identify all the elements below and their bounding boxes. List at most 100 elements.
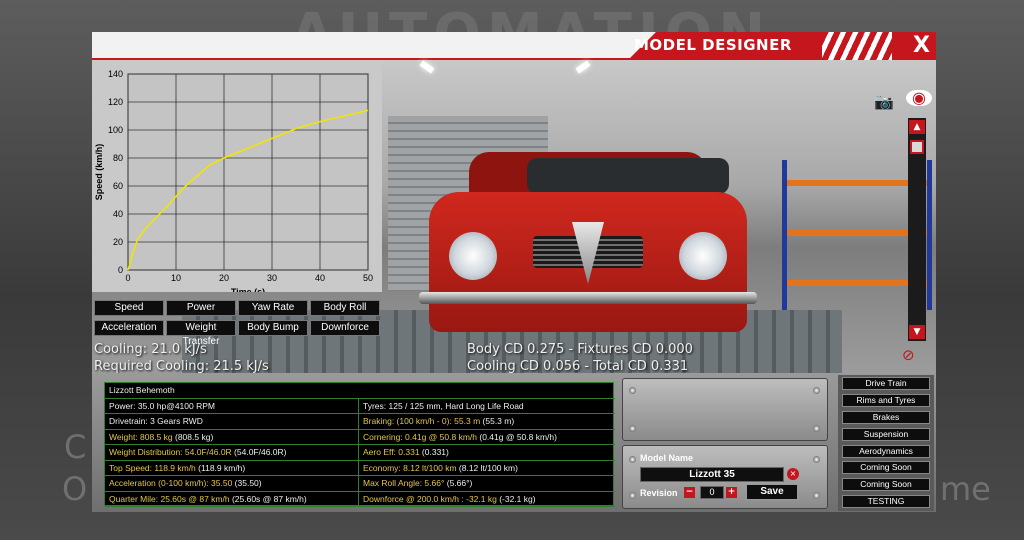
stats-cell: Weight: 808.5 kg (808.5 kg) <box>105 429 359 445</box>
bolt <box>629 425 636 432</box>
stats-key: Downforce @ 200.0 km/h : -32.1 kg <box>363 493 497 504</box>
stats-key: Cornering: 0.41g @ 50.8 km/h <box>363 431 477 442</box>
chart-svg: 0 10 20 30 40 50 0 20 40 60 80 100 120 140 Time (s) Spe… <box>94 69 373 292</box>
headlight <box>679 232 727 280</box>
hide-icon[interactable]: ⊘ <box>902 346 915 364</box>
stats-value: 3 Gears RWD <box>147 416 203 426</box>
stats-value: (54.0F/46.0R) <box>231 447 287 457</box>
menu-aerodynamics[interactable]: Aerodynamics <box>842 445 930 458</box>
speed-graph: 0 10 20 30 40 50 0 20 40 60 80 100 120 140 Time (s) Spe… <box>92 60 382 292</box>
stats-cell: Power: 35.0 hp@4100 RPM <box>105 398 359 414</box>
clear-name-button[interactable]: × <box>787 468 799 480</box>
x-tick-label: 10 <box>171 273 181 283</box>
close-button[interactable]: X <box>913 33 930 58</box>
stats-cell: Acceleration (0-100 km/h): 35.50 (35.50) <box>105 476 359 491</box>
stats-table: Lizzott Behemoth Power: 35.0 hp@4100 RPM… <box>104 382 615 507</box>
stats-key: Acceleration (0-100 km/h): 35.50 <box>109 478 233 488</box>
category-menu: Drive Train Rims and Tyres Brakes Suspen… <box>838 375 934 511</box>
stats-key: Tyres: <box>363 400 387 411</box>
menu-drive-train[interactable]: Drive Train <box>842 377 930 390</box>
revision-increment-button[interactable]: + <box>726 487 737 498</box>
headlight <box>449 232 497 280</box>
stats-value: (0.331) <box>419 447 449 457</box>
revision-value: 0 <box>700 486 724 499</box>
stats-row: Weight Distribution: 54.0F/46.0R (54.0F/… <box>105 445 615 461</box>
stats-key: Power: <box>109 400 136 411</box>
graph-body-bump-button[interactable]: Body Bump <box>238 320 308 336</box>
stats-key: Braking: (100 km/h - 0): 55.3 m <box>363 416 481 426</box>
scroll-thumb[interactable] <box>910 140 924 154</box>
eye-icon[interactable]: ◉ <box>906 90 932 106</box>
stats-key: Aero Eff: 0.331 <box>363 447 420 457</box>
stats-value: (118.9 km/h) <box>195 462 246 473</box>
model-name-label: Model Name <box>640 453 694 463</box>
graph-power-button[interactable]: Power <box>166 300 236 316</box>
graph-speed-button[interactable]: Speed <box>94 300 164 316</box>
stats-cell: Drivetrain: 3 Gears RWD <box>105 414 359 429</box>
menu-testing[interactable]: TESTING <box>842 495 930 508</box>
y-tick-label: 40 <box>113 209 123 219</box>
menu-suspension[interactable]: Suspension <box>842 428 930 441</box>
bolt <box>813 425 820 432</box>
stats-cell: Max Roll Angle: 5.66° (5.66°) <box>359 476 615 491</box>
stats-value: (55.3 m) <box>480 416 515 426</box>
stats-cell: Weight Distribution: 54.0F/46.0R (54.0F/… <box>105 445 359 460</box>
graph-acceleration-button[interactable]: Acceleration <box>94 320 164 336</box>
background-fragment: me <box>940 470 991 508</box>
menu-rims-and-tyres[interactable]: Rims and Tyres <box>842 394 930 407</box>
x-tick-label: 50 <box>363 273 373 283</box>
y-tick-label: 80 <box>113 153 123 163</box>
stats-cell: Braking: (100 km/h - 0): 55.3 m (55.3 m) <box>359 414 615 429</box>
graph-weight-transfer-button[interactable]: Weight Transfer <box>166 320 236 347</box>
stats-cell: Top Speed: 118.9 km/h (118.9 km/h) <box>105 460 359 476</box>
zoom-scrollbar[interactable]: ▲ ▼ <box>908 118 926 341</box>
stats-value: (8.12 lt/100 km) <box>456 462 518 473</box>
body-cd-stat: Body CD 0.275 - Fixtures CD 0.000 <box>467 342 693 357</box>
x-tick-label: 40 <box>315 273 325 283</box>
bolt <box>629 387 636 394</box>
empty-plate <box>622 378 828 441</box>
stats-key: Quarter Mile: 25.60s @ 87 km/h <box>109 493 230 504</box>
title-bar-stripes <box>822 32 892 60</box>
title-bar: MODEL DESIGNER X <box>92 32 936 60</box>
scroll-down-button[interactable]: ▼ <box>909 325 925 339</box>
stats-value: (35.50) <box>232 478 262 488</box>
stats-key: Max Roll Angle: 5.66° <box>363 478 445 488</box>
menu-brakes[interactable]: Brakes <box>842 411 930 424</box>
cooling-cd-stat: Cooling CD 0.056 - Total CD 0.331 <box>467 359 689 374</box>
graph-downforce-button[interactable]: Downforce <box>310 320 380 336</box>
x-axis-label: Time (s) <box>231 287 265 292</box>
camera-icon[interactable]: 📷 <box>874 92 894 111</box>
graph-body-roll-button[interactable]: Body Roll <box>310 300 380 316</box>
y-tick-label: 60 <box>113 181 123 191</box>
stats-cell: Downforce @ 200.0 km/h : -32.1 kg (-32.1… <box>359 492 615 507</box>
stats-cell: Tyres: 125 / 125 mm, Hard Long Life Road <box>359 399 615 414</box>
save-button[interactable]: Save <box>746 484 798 500</box>
stats-row: Top Speed: 118.9 km/h (118.9 km/h) Econom… <box>105 460 615 476</box>
ceiling-light <box>419 60 435 74</box>
revision-decrement-button[interactable]: − <box>684 487 695 498</box>
stats-value: (25.60s @ 87 km/h) <box>229 493 307 504</box>
car-model <box>419 152 757 332</box>
stats-cell: Economy: 8.12 lt/100 km (8.12 lt/100 km) <box>359 461 615 476</box>
stats-key: Drivetrain: <box>109 416 148 426</box>
game-screen: AUTOMATION C O me MODEL DESIGNER X <box>0 0 1024 540</box>
stats-value: 35.0 hp@4100 RPM <box>135 400 215 411</box>
stats-value: (5.66°) <box>444 478 473 488</box>
bolt <box>629 456 636 463</box>
y-tick-label: 120 <box>108 97 123 107</box>
stats-value: 125 / 125 mm, Hard Long Life Road <box>386 400 524 411</box>
bottom-panel: Lizzott Behemoth Power: 35.0 hp@4100 RPM… <box>92 373 936 512</box>
y-tick-label: 100 <box>108 125 123 135</box>
model-name-input[interactable]: Lizzott 35 <box>640 467 784 482</box>
y-axis-label: Speed (km/h) <box>94 144 104 201</box>
ceiling-light <box>575 60 591 74</box>
graph-yaw-rate-button[interactable]: Yaw Rate <box>238 300 308 316</box>
stats-key: Top Speed: 118.9 km/h <box>109 462 196 473</box>
stats-key: Weight Distribution: 54.0F/46.0R <box>109 447 232 457</box>
revision-label: Revision <box>640 488 678 498</box>
menu-coming-soon[interactable]: Coming Soon <box>842 461 930 474</box>
menu-coming-soon[interactable]: Coming Soon <box>842 478 930 491</box>
stats-row: Weight: 808.5 kg (808.5 kg) Cornering: 0.… <box>105 429 615 445</box>
scroll-up-button[interactable]: ▲ <box>909 120 925 134</box>
